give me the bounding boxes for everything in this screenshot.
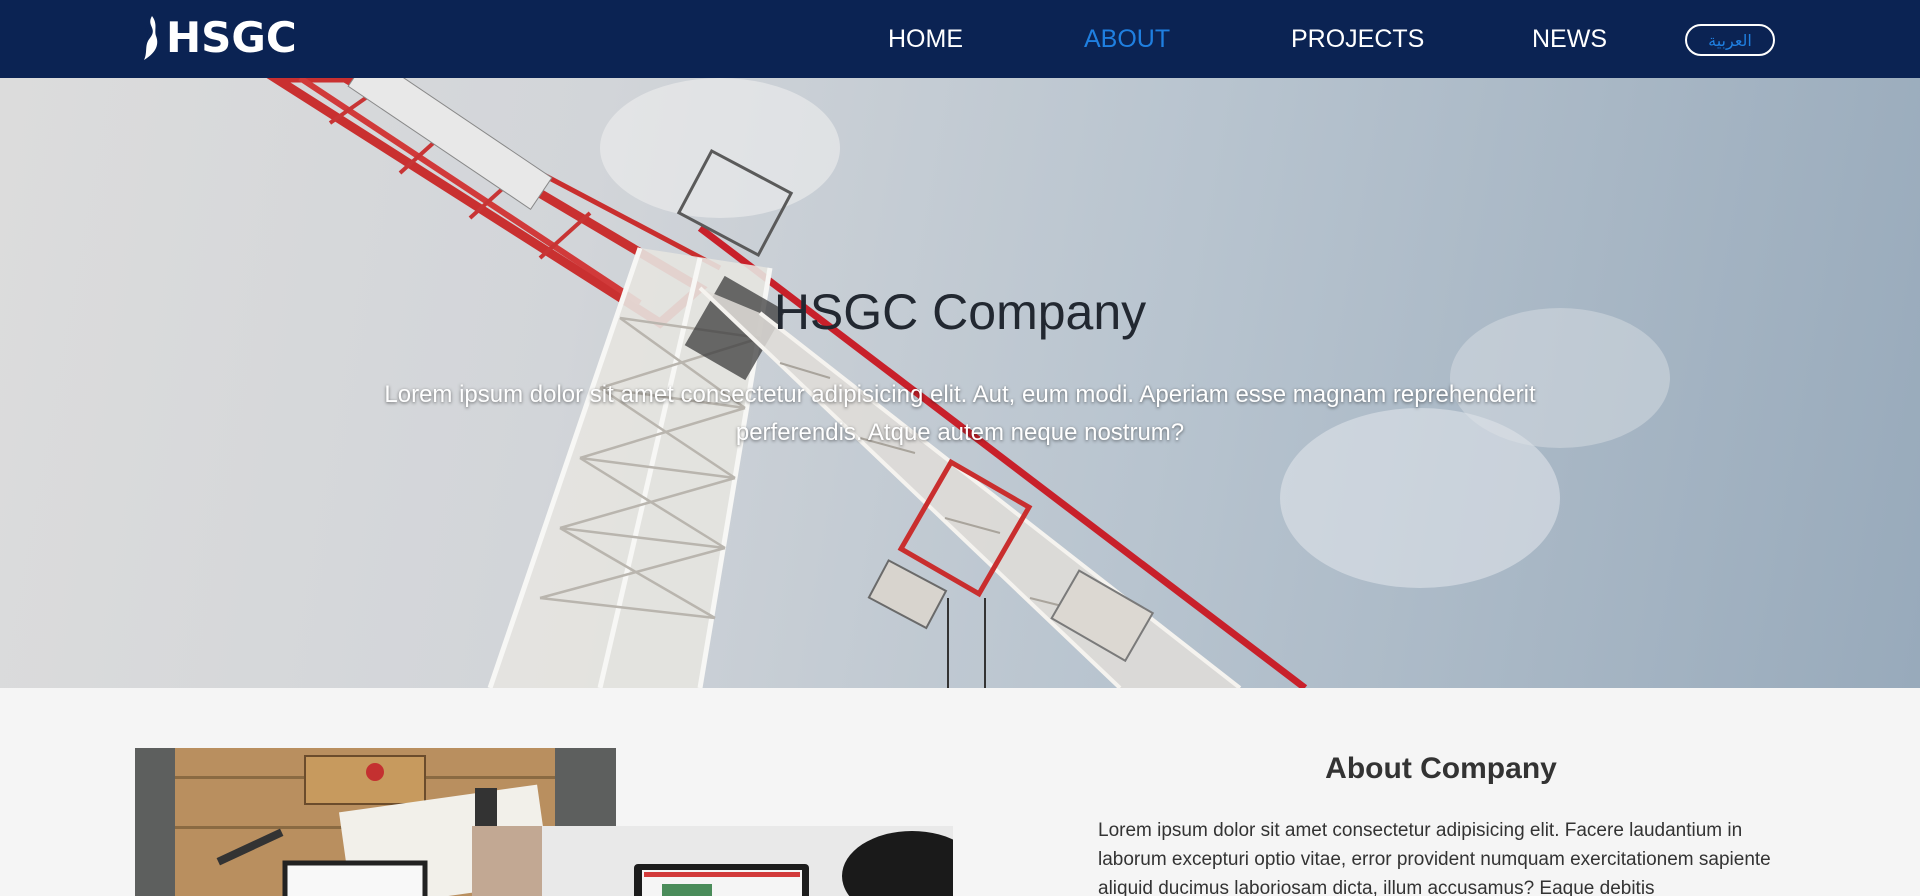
language-toggle-button[interactable]: العربية [1685, 24, 1775, 56]
about-photo-laptop [472, 826, 953, 896]
nav-about[interactable]: ABOUT [1084, 24, 1170, 54]
navbar: HSGC HOME ABOUT PROJECTS NEWS العربية [0, 0, 1920, 78]
hero-title: HSGC Company [773, 284, 1147, 340]
hero-banner: HSGC Company Lorem ipsum dolor sit amet … [0, 78, 1920, 688]
logo-text: HSGC [166, 13, 297, 62]
nav-projects[interactable]: PROJECTS [1291, 24, 1424, 54]
about-description: Lorem ipsum dolor sit amet consectetur a… [1098, 820, 1771, 896]
nav-home[interactable]: HOME [888, 24, 963, 54]
hero-description: Lorem ipsum dolor sit amet consectetur a… [384, 381, 1536, 446]
logo[interactable]: HSGC [138, 13, 297, 63]
flame-logo-icon [140, 16, 158, 61]
about-title: About Company [1325, 752, 1557, 785]
nav-news[interactable]: NEWS [1532, 24, 1607, 54]
